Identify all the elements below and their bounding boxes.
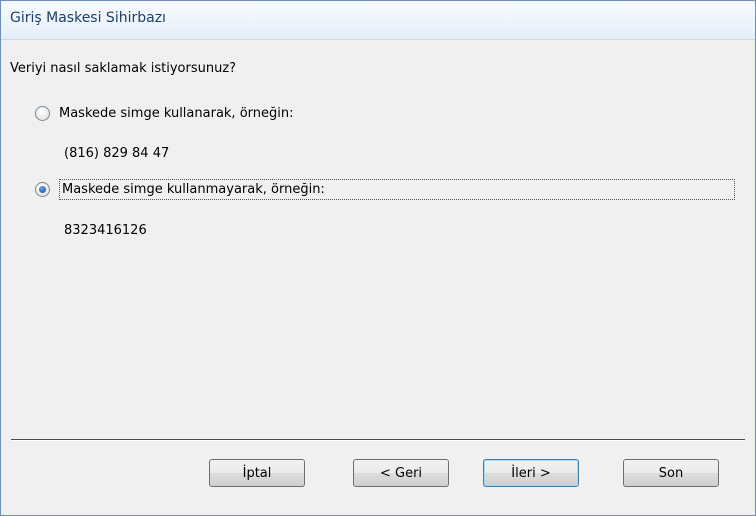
example-with-symbols: (816) 829 84 47 [64,146,170,161]
option-with-symbols[interactable]: Maskede simge kullanarak, örneğin: [35,100,294,126]
back-button[interactable]: < Geri [353,459,449,487]
radio-without-symbols[interactable] [35,181,50,197]
title-bar: Giriş Maskesi Sihirbazı [1,1,755,40]
radio-with-symbols[interactable] [35,105,50,121]
option-without-symbols[interactable]: Maskede simge kullanmayarak, örneğin: [35,176,735,202]
question-label: Veriyi nasıl saklamak istiyorsunuz? [10,61,237,76]
option-with-symbols-label[interactable]: Maskede simge kullanarak, örneğin: [59,106,294,121]
next-button[interactable]: İleri > [483,459,579,487]
wizard-window: Giriş Maskesi Sihirbazı Veriyi nasıl sak… [0,0,756,516]
example-without-symbols: 8323416126 [64,223,147,238]
button-divider [11,439,745,441]
option-without-symbols-label[interactable]: Maskede simge kullanmayarak, örneğin: [59,178,735,200]
window-title: Giriş Maskesi Sihirbazı [10,10,166,26]
cancel-button[interactable]: İptal [209,459,305,487]
finish-button[interactable]: Son [623,459,719,487]
